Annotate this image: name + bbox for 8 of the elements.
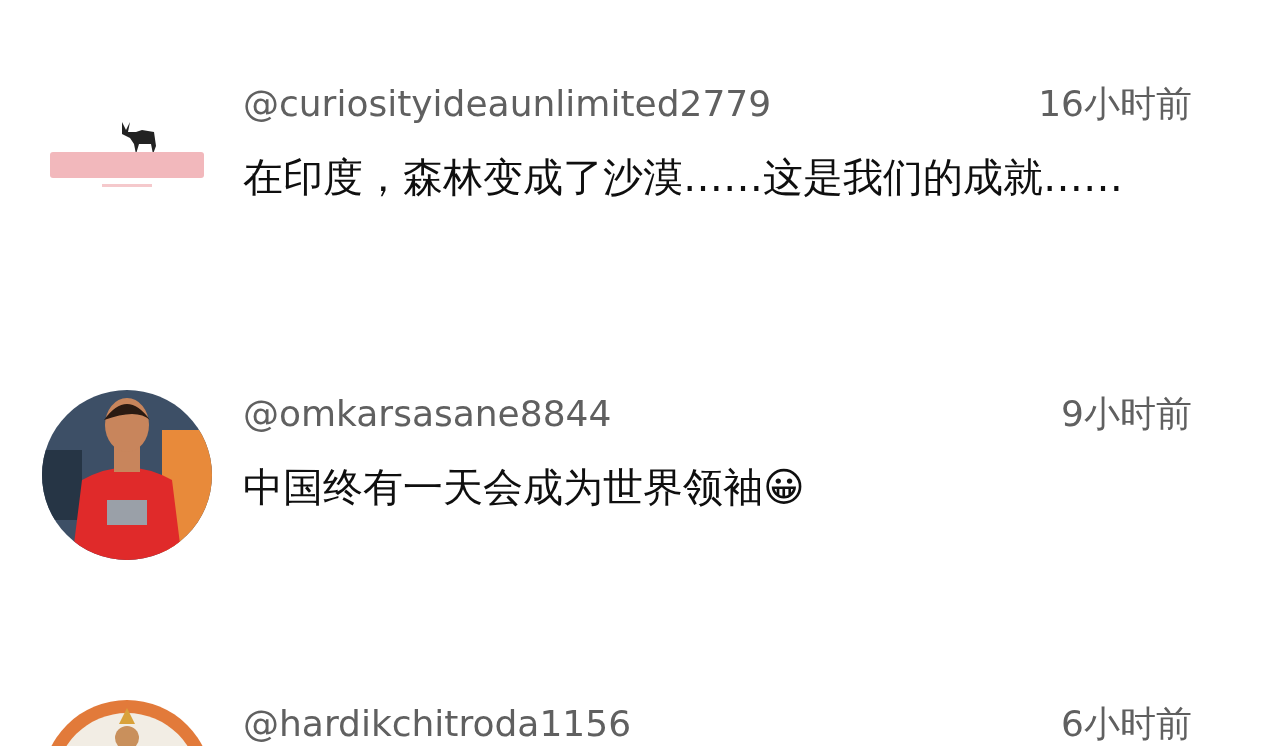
username[interactable]: @hardikchitroda1156 [243,700,632,746]
timestamp: 9小时前 [1061,392,1192,436]
comment-text: 中国终有一天会成为世界领袖😀 [243,463,806,512]
comment-text: 在印度，森林变成了沙漠……这是我们的成就…… [243,153,1124,202]
timestamp: 16小时前 [1038,82,1192,126]
username[interactable]: @curiosityideaunlimited2779 [243,80,772,128]
timestamp: 6小时前 [1061,702,1192,746]
username[interactable]: @omkarsasane8844 [243,390,612,438]
